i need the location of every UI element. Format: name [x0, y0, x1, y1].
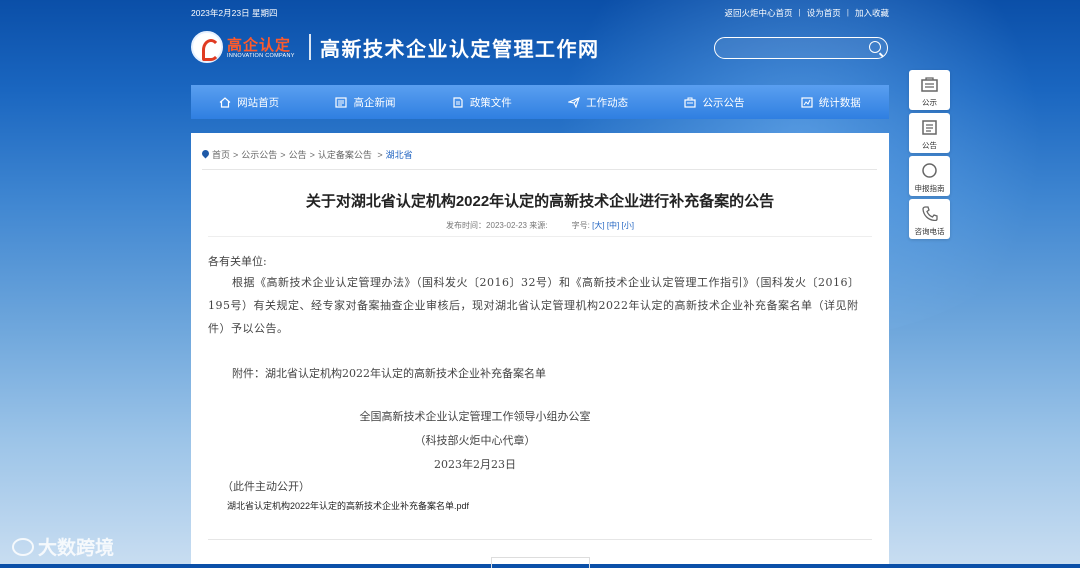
bulletin-icon	[684, 97, 697, 108]
link-separator: |	[798, 7, 801, 17]
location-pin-icon	[202, 150, 209, 159]
paper-plane-icon	[568, 96, 581, 108]
nav-label: 工作动态	[586, 96, 629, 109]
nav-item-home[interactable]: 网站首页	[191, 85, 307, 119]
breadcrumb-home[interactable]: 首页	[212, 148, 230, 161]
side-tool-label: 申报指南	[914, 184, 945, 193]
search-input[interactable]	[723, 41, 867, 56]
nav-item-stats[interactable]: 统计数据	[773, 85, 889, 119]
signature-date: 2023年2月23日	[434, 458, 516, 471]
breadcrumb-announcements[interactable]: 公示公告	[241, 148, 277, 161]
breadcrumb-current[interactable]: 湖北省	[386, 148, 413, 161]
meta-divider	[208, 236, 872, 237]
search-icon[interactable]	[869, 41, 881, 53]
add-favorite-link[interactable]: 加入收藏	[855, 7, 889, 19]
article-title: 关于对湖北省认定机构2022年认定的高新技术企业进行补充备案的公告	[305, 193, 775, 210]
breadcrumb-notice[interactable]: 公告	[289, 148, 307, 161]
nav-label: 公示公告	[702, 96, 745, 109]
nav-label: 政策文件	[469, 96, 512, 109]
greeting: 各有关单位:	[208, 255, 267, 268]
notice-icon	[922, 120, 937, 135]
footer-divider	[208, 539, 872, 540]
public-note: （此件主动公开）	[222, 480, 310, 493]
back-to-torch-link[interactable]: 返回火炬中心首页	[725, 7, 793, 19]
nav-label: 网站首页	[237, 96, 280, 109]
breadcrumb-divider	[202, 169, 877, 170]
watermark: 大数跨境	[12, 533, 114, 560]
current-date: 2023年2月23日 星期四	[191, 8, 278, 18]
document-icon	[453, 96, 463, 108]
search-box	[714, 37, 888, 59]
breadcrumb-separator: >	[280, 149, 286, 160]
home-icon	[219, 96, 231, 108]
signature-seal: （科技部火炬中心代章）	[414, 434, 536, 447]
font-size-large[interactable]: [大]	[592, 221, 604, 230]
breadcrumb-separator: >	[233, 149, 239, 160]
breadcrumb-separator: >	[374, 149, 383, 160]
logo-cn-text: 高企认定	[227, 37, 292, 54]
main-paragraph: 根据《高新技术企业认定管理办法》（国科发火〔2016〕32号）和《高新技术企业认…	[208, 276, 860, 335]
compass-icon	[922, 163, 937, 178]
side-tool-bulletin[interactable]: 公示	[909, 70, 950, 110]
side-tool-guide[interactable]: 申报指南	[909, 156, 950, 196]
logo-mark-icon	[191, 31, 223, 63]
site-logo[interactable]: 高企认定 INNOVATION COMPANY	[191, 31, 301, 63]
breadcrumb-filing[interactable]: 认定备案公告	[318, 148, 372, 161]
set-homepage-link[interactable]: 设为首页	[807, 7, 841, 19]
breadcrumb: 首页 > 公示公告 > 公告 > 认定备案公告 > 湖北省	[202, 148, 413, 161]
breadcrumb-separator: >	[309, 149, 315, 160]
font-size-label: 字号:	[571, 221, 590, 230]
watermark-text: 大数跨境	[38, 538, 115, 559]
footer-box	[491, 557, 590, 568]
font-size-medium[interactable]: [中]	[607, 221, 619, 230]
top-links: 返回火炬中心首页 | 设为首页 | 加入收藏	[725, 7, 889, 19]
news-icon	[335, 96, 348, 108]
header-divider	[309, 34, 311, 60]
site-title: 高新技术企业认定管理工作网	[320, 37, 600, 61]
top-bar: 2023年2月23日 星期四 返回火炬中心首页 | 设为首页 | 加入收藏	[191, 4, 889, 20]
main-nav: 网站首页 高企新闻 政策文件 工作动态 公示公告 统计数据	[191, 85, 889, 119]
side-tool-phone[interactable]: 咨询电话	[909, 199, 950, 239]
watermark-logo-icon	[12, 537, 34, 556]
nav-item-policy[interactable]: 政策文件	[424, 85, 540, 119]
logo-en-text: INNOVATION COMPANY	[227, 53, 295, 59]
side-tool-notice[interactable]: 公告	[909, 113, 950, 153]
link-separator: |	[846, 7, 849, 17]
signature-office: 全国高新技术企业认定管理工作领导小组办公室	[359, 410, 591, 423]
nav-item-news[interactable]: 高企新闻	[307, 85, 423, 119]
nav-label: 统计数据	[818, 96, 861, 109]
side-tool-label: 公告	[922, 141, 937, 150]
chart-icon	[801, 96, 813, 108]
phone-icon	[922, 206, 938, 221]
attachment-link[interactable]: 湖北省认定机构2022年认定的高新技术企业补充备案名单.pdf	[227, 499, 469, 512]
bulletin-icon	[921, 77, 938, 92]
font-size-small[interactable]: [小]	[622, 221, 634, 230]
side-tool-label: 咨询电话	[914, 227, 945, 236]
article-card: 首页 > 公示公告 > 公告 > 认定备案公告 > 湖北省 关于对湖北省认定机构…	[191, 133, 889, 568]
nav-item-work[interactable]: 工作动态	[540, 85, 656, 119]
article-meta: 发布时间：2023-02-23 来源: 字号: [大] [中] [小]	[191, 220, 889, 231]
attachment-line: 附件：湖北省认定机构2022年认定的高新技术企业补充备案名单	[232, 367, 546, 380]
publish-info: 发布时间：2023-02-23 来源:	[446, 221, 548, 230]
side-tool-label: 公示	[922, 98, 937, 107]
nav-label: 高企新闻	[353, 96, 396, 109]
nav-item-announce[interactable]: 公示公告	[656, 85, 772, 119]
